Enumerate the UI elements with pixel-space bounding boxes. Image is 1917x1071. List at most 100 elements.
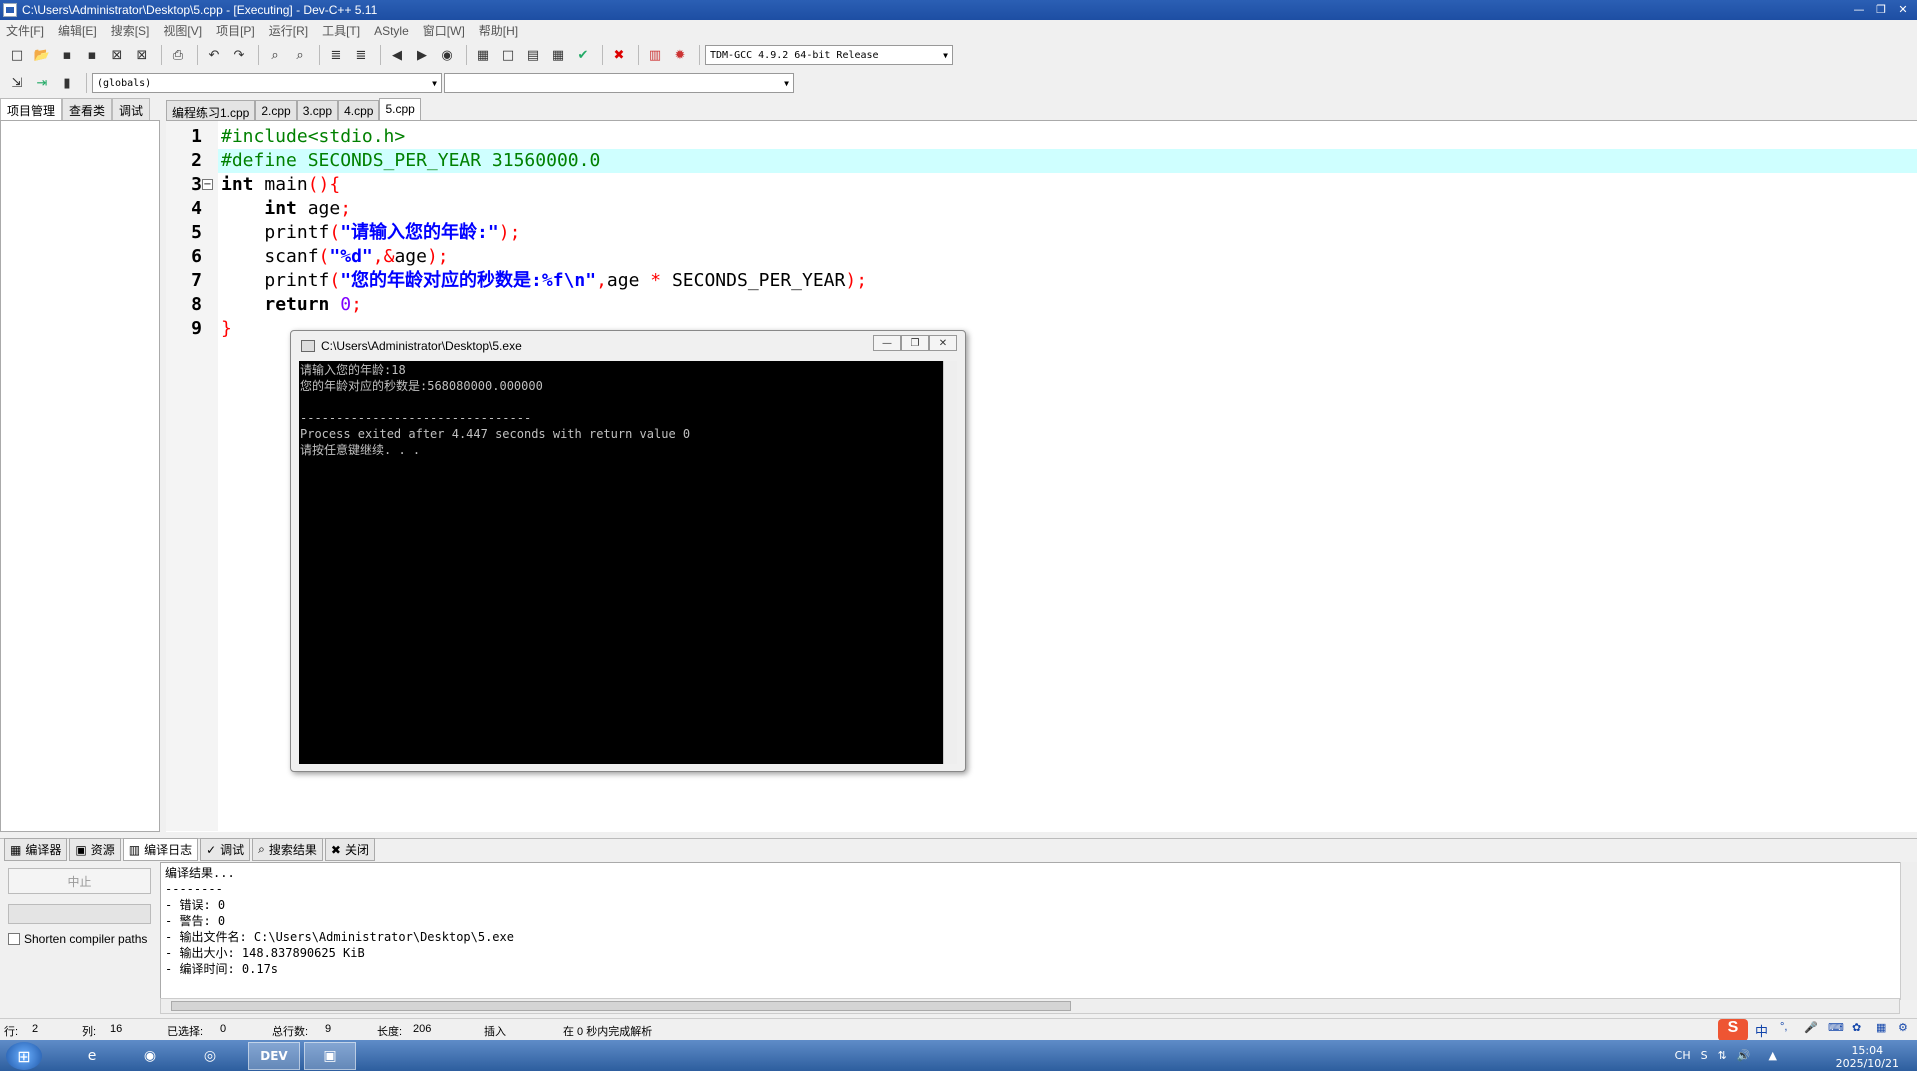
abort-button[interactable]: 中止 xyxy=(8,868,151,894)
indent-icon[interactable]: ≣ xyxy=(325,44,347,66)
compile-log[interactable]: 编译结果... -------- - 错误: 0 - 警告: 0 - 输出文件名… xyxy=(160,862,1917,1000)
menu-file[interactable]: 文件[F] xyxy=(6,22,44,39)
punctuation-icon[interactable]: °, xyxy=(1780,1021,1787,1033)
sogou-tray-icon[interactable]: S xyxy=(1701,1049,1708,1062)
minimize-button[interactable]: — xyxy=(1849,1,1869,18)
save-icon[interactable]: ▪ xyxy=(56,44,78,66)
menu-window[interactable]: 窗口[W] xyxy=(423,22,465,39)
bottom-tab[interactable]: ▣ 资源 xyxy=(69,838,121,861)
bottom-tab[interactable]: ▦ 编译器 xyxy=(4,838,68,861)
clock[interactable]: 15:04 2025/10/21 xyxy=(1836,1044,1899,1070)
compiler-select[interactable]: TDM-GCC 4.9.2 64-bit Release ▼ xyxy=(705,45,953,65)
console-window[interactable]: C:\Users\Administrator\Desktop\5.exe — ❐… xyxy=(290,330,966,772)
run-icon[interactable]: □ xyxy=(497,44,519,66)
menu-help[interactable]: 帮助[H] xyxy=(479,22,518,39)
shorten-paths-checkbox[interactable] xyxy=(8,933,20,945)
tab-debug[interactable]: 调试 xyxy=(112,98,151,120)
fold-toggle-icon[interactable]: − xyxy=(202,179,213,190)
skin-icon[interactable]: ✿ xyxy=(1852,1021,1861,1034)
microphone-icon[interactable]: 🎤 xyxy=(1804,1021,1818,1034)
goto-forward-icon[interactable]: ▶ xyxy=(411,44,433,66)
goto-back-icon[interactable]: ◀ xyxy=(386,44,408,66)
menu-search[interactable]: 搜索[S] xyxy=(111,22,150,39)
settings-icon[interactable]: ⚙ xyxy=(1898,1021,1908,1034)
replace-icon[interactable]: ⌕ xyxy=(289,44,311,66)
ie-icon[interactable]: e xyxy=(66,1042,118,1070)
console-restore-button[interactable]: ❐ xyxy=(901,335,929,351)
tray-lang[interactable]: CH xyxy=(1675,1049,1691,1062)
close-file-icon[interactable]: ⊠ xyxy=(106,44,128,66)
shorten-paths-option[interactable]: Shorten compiler paths xyxy=(8,932,147,946)
firefox-icon[interactable]: ◉ xyxy=(124,1042,176,1070)
code-line[interactable]: } xyxy=(221,317,232,341)
toolbox-icon[interactable]: ▦ xyxy=(1876,1021,1886,1034)
stop-execution-icon[interactable]: ✖ xyxy=(608,44,630,66)
rebuild-icon[interactable]: ▦ xyxy=(547,44,569,66)
bottom-tab[interactable]: ✖ 关闭 xyxy=(324,838,375,861)
start-button[interactable]: ⊞ xyxy=(6,1042,42,1070)
open-file-icon[interactable]: 📂 xyxy=(31,44,53,66)
volume-icon[interactable]: 🔊 xyxy=(1737,1049,1751,1062)
log-horizontal-scrollbar[interactable] xyxy=(160,998,1900,1014)
menu-tools[interactable]: 工具[T] xyxy=(322,22,360,39)
compile-icon[interactable]: ▦ xyxy=(472,44,494,66)
chrome-icon[interactable]: ◎ xyxy=(184,1042,236,1070)
debug-icon[interactable]: ✹ xyxy=(669,44,691,66)
code-line[interactable]: printf("请输入您的年龄:"); xyxy=(221,221,520,245)
symbol-select[interactable]: ▼ xyxy=(444,73,794,93)
network-icon[interactable]: ⇅ xyxy=(1718,1049,1727,1062)
toggle-icon[interactable]: ⇥ xyxy=(31,72,53,94)
bottom-tab[interactable]: ⌕ 搜索结果 xyxy=(252,838,323,861)
new-file-icon[interactable]: □ xyxy=(6,44,28,66)
bottom-tab[interactable]: ▥ 编译日志 xyxy=(122,838,199,861)
menu-view[interactable]: 视图[V] xyxy=(163,22,202,39)
log-vertical-scrollbar[interactable] xyxy=(1900,862,1917,1000)
scope-select[interactable]: (globals) ▼ xyxy=(92,73,442,93)
code-line[interactable]: int main(){ xyxy=(221,173,340,197)
keyboard-icon[interactable]: ⌨ xyxy=(1828,1021,1844,1034)
console-minimize-button[interactable]: — xyxy=(873,335,901,351)
console-output[interactable]: 请输入您的年龄:18 您的年龄对应的秒数是:568080000.000000 -… xyxy=(299,361,945,764)
profile-icon[interactable]: ▥ xyxy=(644,44,666,66)
find-icon[interactable]: ⌕ xyxy=(264,44,286,66)
code-line[interactable]: #include<stdio.h> xyxy=(221,125,405,149)
goto-icon[interactable]: ▮ xyxy=(56,72,78,94)
project-panel[interactable] xyxy=(0,120,160,832)
console-close-button[interactable]: ✕ xyxy=(929,335,957,351)
tab-classes[interactable]: 查看类 xyxy=(62,98,113,120)
editor-tab-active[interactable]: 5.cpp xyxy=(379,98,421,120)
menu-project[interactable]: 项目[P] xyxy=(216,22,255,39)
tab-project[interactable]: 项目管理 xyxy=(0,98,63,120)
editor-tab[interactable]: 编程练习1.cpp xyxy=(166,100,256,120)
ime-mode[interactable]: 中 xyxy=(1755,1021,1768,1040)
code-line[interactable]: printf("您的年龄对应的秒数是:%f\n",age * SECONDS_P… xyxy=(221,269,867,293)
close-all-icon[interactable]: ⊠ xyxy=(131,44,153,66)
devcpp-taskbar-icon[interactable]: DEV xyxy=(248,1042,300,1070)
undo-icon[interactable]: ↶ xyxy=(203,44,225,66)
scroll-thumb[interactable] xyxy=(171,1001,1071,1011)
editor-tab[interactable]: 3.cpp xyxy=(296,100,339,120)
restore-button[interactable]: ❐ xyxy=(1871,1,1891,18)
save-all-icon[interactable]: ▪ xyxy=(81,44,103,66)
redo-icon[interactable]: ↷ xyxy=(228,44,250,66)
code-line[interactable]: return 0; xyxy=(221,293,362,317)
code-line[interactable]: #define SECONDS_PER_YEAR 31560000.0 xyxy=(221,149,600,173)
editor-tab[interactable]: 4.cpp xyxy=(338,100,380,120)
menu-run[interactable]: 运行[R] xyxy=(269,22,308,39)
console-taskbar-icon[interactable]: ▣ xyxy=(304,1042,356,1070)
menu-astyle[interactable]: AStyle xyxy=(374,24,409,38)
editor-tab[interactable]: 2.cpp xyxy=(255,100,297,120)
code-line[interactable]: scanf("%d",&age); xyxy=(221,245,448,269)
console-scrollbar[interactable] xyxy=(943,361,957,764)
sogou-ime-icon[interactable]: S xyxy=(1718,1019,1748,1041)
code-line[interactable]: int age; xyxy=(221,197,351,221)
close-button[interactable]: ✕ xyxy=(1893,1,1913,18)
bookmark-icon[interactable]: ◉ xyxy=(436,44,458,66)
unindent-icon[interactable]: ≣ xyxy=(350,44,372,66)
print-icon[interactable]: ⎙ xyxy=(167,44,189,66)
insert-icon[interactable]: ⇲ xyxy=(6,72,28,94)
bottom-tab[interactable]: ✓ 调试 xyxy=(200,838,251,861)
syntax-check-icon[interactable]: ✔ xyxy=(572,44,594,66)
nvidia-icon[interactable]: ▲ xyxy=(1769,1049,1777,1062)
compile-run-icon[interactable]: ▤ xyxy=(522,44,544,66)
